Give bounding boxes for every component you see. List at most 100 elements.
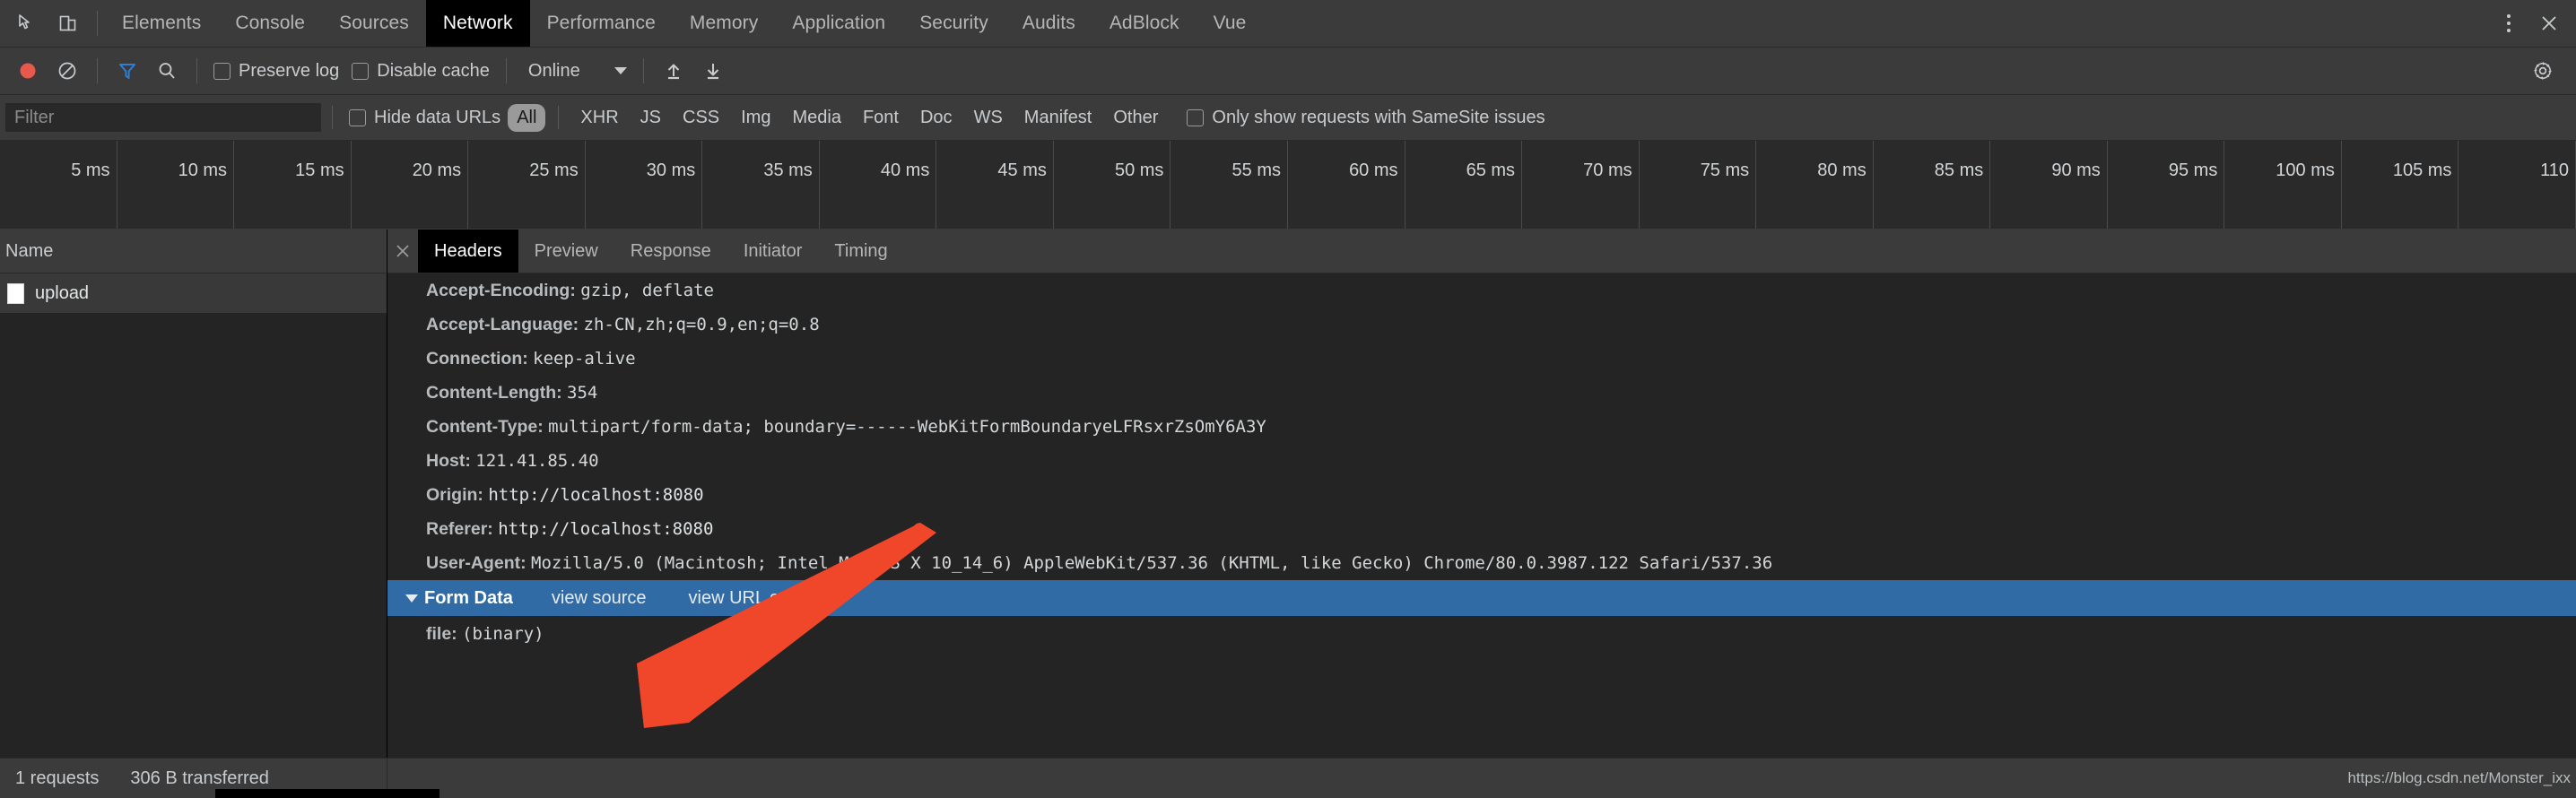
export-har-icon[interactable] bbox=[694, 52, 732, 90]
timeline-tick-label: 35 ms bbox=[763, 160, 813, 180]
type-filter-css[interactable]: CSS bbox=[674, 104, 728, 132]
header-name: Accept-Encoding: bbox=[426, 281, 576, 300]
table-row[interactable]: upload bbox=[0, 273, 387, 313]
type-filter-all[interactable]: All bbox=[508, 103, 546, 132]
more-options-icon[interactable] bbox=[2493, 8, 2524, 39]
tab-console[interactable]: Console bbox=[218, 0, 322, 47]
type-filter-js[interactable]: JS bbox=[631, 104, 670, 132]
type-filter-media[interactable]: Media bbox=[783, 104, 849, 132]
filter-funnel-icon[interactable] bbox=[109, 52, 146, 90]
tab-audits[interactable]: Audits bbox=[1005, 0, 1092, 47]
timeline-tick-label: 50 ms bbox=[1114, 160, 1164, 180]
toolbar-separator bbox=[97, 58, 98, 83]
preserve-log-box bbox=[213, 62, 231, 80]
tab-timing-label: Timing bbox=[834, 240, 888, 261]
timeline-tick: 25 ms bbox=[468, 141, 586, 229]
throttling-value: Online bbox=[527, 60, 580, 81]
type-filter-other[interactable]: Other bbox=[1104, 104, 1167, 132]
horizontal-scrollbar[interactable] bbox=[215, 789, 439, 798]
timeline-tick: 15 ms bbox=[234, 141, 352, 229]
tab-performance[interactable]: Performance bbox=[530, 0, 673, 47]
header-value-link[interactable]: http://localhost:8080 bbox=[488, 485, 703, 505]
tab-response-label: Response bbox=[630, 240, 711, 261]
tab-elements-label: Elements bbox=[122, 13, 202, 33]
preserve-log-checkbox[interactable]: Preserve log bbox=[208, 61, 344, 82]
inspect-element-icon[interactable] bbox=[9, 5, 45, 41]
tab-adblock[interactable]: AdBlock bbox=[1092, 0, 1197, 47]
tab-headers[interactable]: Headers bbox=[418, 230, 518, 273]
tab-headers-label: Headers bbox=[434, 240, 502, 261]
header-row: Origin: http://localhost:8080 bbox=[387, 478, 2576, 512]
type-filter-img[interactable]: Img bbox=[732, 104, 779, 132]
form-data-section-header[interactable]: Form Data view source view URL encoded bbox=[387, 580, 2576, 616]
hide-data-urls-checkbox[interactable]: Hide data URLs bbox=[344, 108, 506, 128]
tab-network[interactable]: Network bbox=[425, 0, 530, 47]
requests-column-header[interactable]: Name bbox=[0, 230, 387, 273]
tab-vue[interactable]: Vue bbox=[1197, 0, 1264, 47]
header-value: multipart/form-data; boundary=------WebK… bbox=[548, 417, 1266, 437]
headers-content: Accept-Encoding: gzip, deflate Accept-La… bbox=[387, 273, 2576, 758]
tab-console-label: Console bbox=[235, 13, 306, 33]
tab-initiator[interactable]: Initiator bbox=[727, 230, 819, 273]
tab-network-label: Network bbox=[442, 13, 513, 33]
timeline-tick-label: 25 ms bbox=[529, 160, 579, 180]
filter-input[interactable] bbox=[5, 103, 321, 132]
document-icon bbox=[7, 282, 24, 304]
type-filter-font-label: Font bbox=[862, 107, 899, 127]
timeline-tick-label: 15 ms bbox=[295, 160, 344, 180]
import-har-icon[interactable] bbox=[655, 52, 692, 90]
tab-application-label: Application bbox=[792, 13, 886, 33]
timeline-tick-label: 5 ms bbox=[71, 160, 110, 180]
request-detail-pane: Headers Preview Response Initiator Timin… bbox=[387, 230, 2576, 758]
timeline-tick-label: 110 bbox=[2540, 160, 2569, 180]
tab-application[interactable]: Application bbox=[775, 0, 902, 47]
network-toolbar-right bbox=[2524, 52, 2567, 90]
close-devtools-icon[interactable] bbox=[2533, 7, 2565, 39]
tab-timing[interactable]: Timing bbox=[818, 230, 903, 273]
form-data-value: (binary) bbox=[462, 624, 544, 644]
form-data-toggle[interactable]: Form Data bbox=[405, 588, 513, 609]
type-filter-doc[interactable]: Doc bbox=[911, 104, 962, 132]
devtools-tool-icons bbox=[0, 0, 93, 47]
header-row: Accept-Language: zh-CN,zh;q=0.9,en;q=0.8 bbox=[387, 308, 2576, 342]
disable-cache-checkbox[interactable]: Disable cache bbox=[346, 61, 495, 82]
tab-security[interactable]: Security bbox=[902, 0, 1005, 47]
toolbar-separator bbox=[505, 58, 507, 83]
timeline-tick: 110 bbox=[2459, 141, 2576, 229]
tab-preview[interactable]: Preview bbox=[518, 230, 614, 273]
record-stop-icon[interactable] bbox=[9, 52, 47, 90]
timeline-tick: 75 ms bbox=[1640, 141, 1757, 229]
samesite-issues-label: Only show requests with SameSite issues bbox=[1212, 107, 1545, 127]
type-filter-manifest[interactable]: Manifest bbox=[1015, 104, 1101, 132]
close-panel-icon[interactable] bbox=[387, 230, 418, 273]
tab-bar-right-controls bbox=[2493, 0, 2576, 47]
samesite-issues-box bbox=[1187, 108, 1205, 126]
search-icon[interactable] bbox=[148, 52, 186, 90]
device-toolbar-icon[interactable] bbox=[50, 5, 86, 41]
header-value-link[interactable]: http://localhost:8080 bbox=[498, 519, 713, 539]
tab-elements[interactable]: Elements bbox=[105, 0, 218, 47]
toolbar-separator bbox=[97, 11, 98, 36]
type-filter-font[interactable]: Font bbox=[854, 104, 908, 132]
type-filter-xhr[interactable]: XHR bbox=[571, 104, 627, 132]
throttling-dropdown[interactable]: Online bbox=[518, 61, 632, 82]
view-url-encoded-link[interactable]: view URL encoded bbox=[689, 588, 839, 609]
timeline-tick: 105 ms bbox=[2342, 141, 2459, 229]
column-header-name: Name bbox=[5, 240, 54, 261]
clear-icon[interactable] bbox=[48, 52, 86, 90]
tab-sources[interactable]: Sources bbox=[322, 0, 426, 47]
samesite-issues-checkbox[interactable]: Only show requests with SameSite issues bbox=[1181, 108, 1550, 128]
timeline-tick: 65 ms bbox=[1405, 141, 1523, 229]
header-name: Host: bbox=[426, 451, 471, 471]
tab-response[interactable]: Response bbox=[614, 230, 727, 273]
timeline-tick-label: 95 ms bbox=[2168, 160, 2218, 180]
tab-memory[interactable]: Memory bbox=[673, 0, 775, 47]
hide-data-urls-box bbox=[349, 108, 366, 126]
type-filter-img-label: Img bbox=[741, 107, 771, 127]
network-timeline-ruler[interactable]: 5 ms 10 ms 15 ms 20 ms 25 ms 30 ms 35 ms 40 ms 4… bbox=[0, 141, 2576, 230]
view-source-link[interactable]: view source bbox=[552, 588, 647, 609]
timeline-tick: 85 ms bbox=[1874, 141, 1991, 229]
timeline-tick-label: 70 ms bbox=[1583, 160, 1632, 180]
gear-icon[interactable] bbox=[2524, 52, 2562, 90]
type-filter-ws[interactable]: WS bbox=[965, 104, 1012, 132]
